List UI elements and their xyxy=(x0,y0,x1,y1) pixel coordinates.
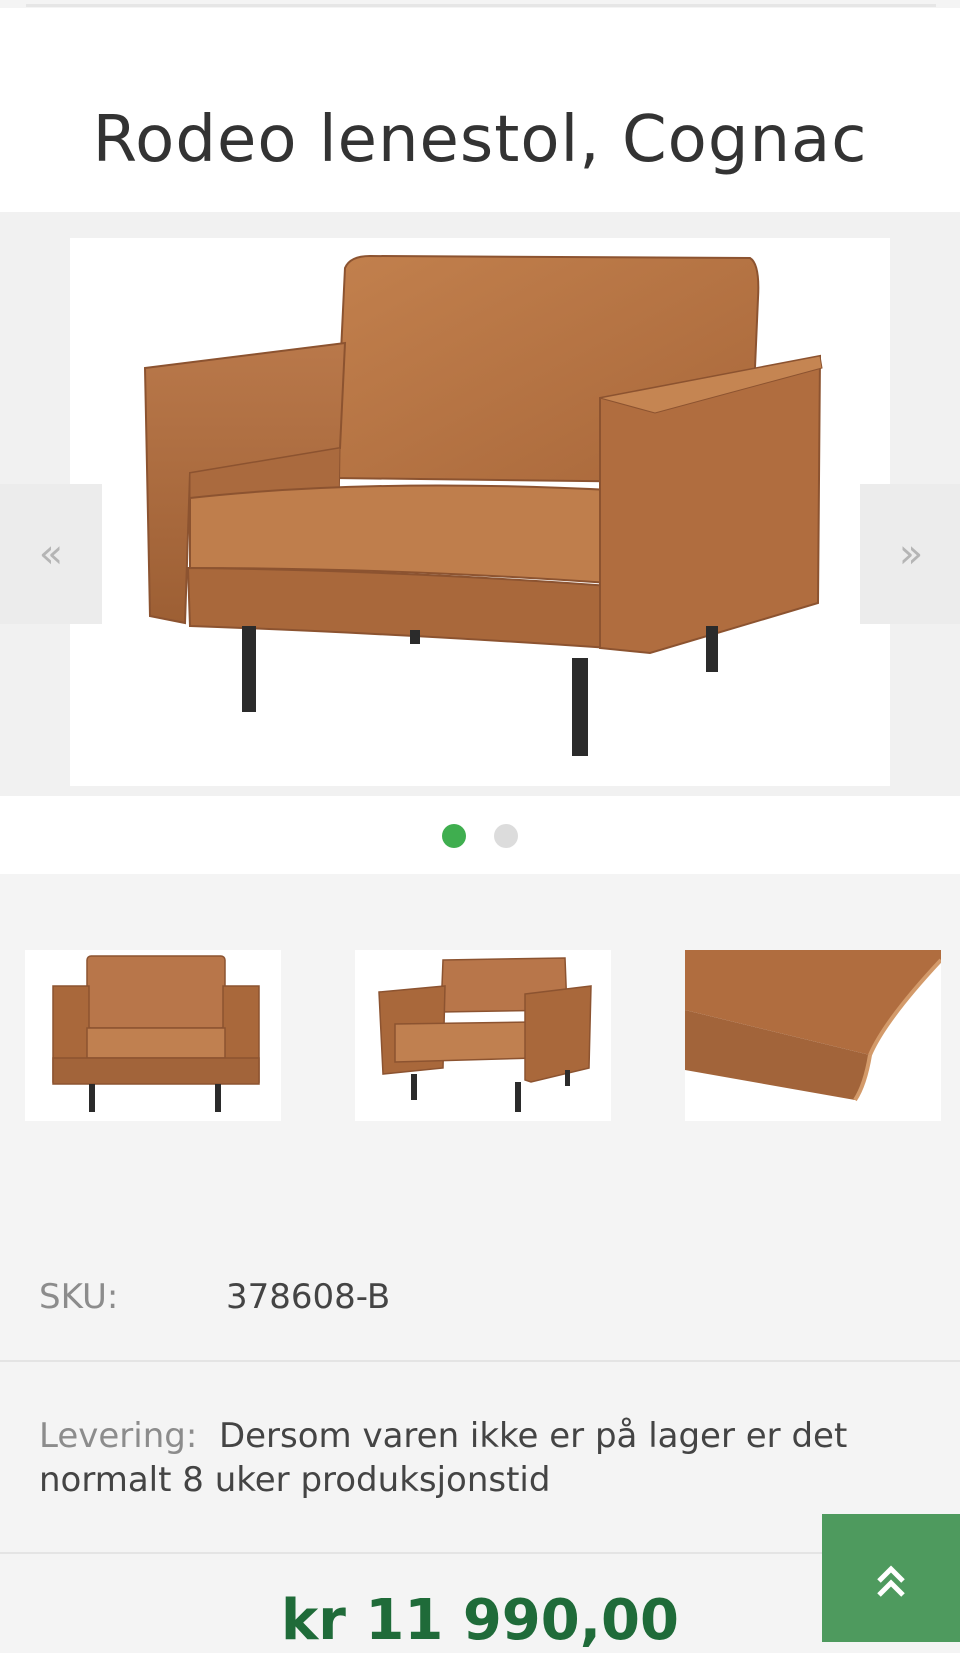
delivery-info: Levering: Dersom varen ikke er på lager … xyxy=(39,1414,919,1502)
double-chevron-up-icon xyxy=(877,1565,905,1597)
thumbnail-strip xyxy=(0,874,960,1174)
armchair-image xyxy=(143,254,823,756)
chair-angle-thumbnail[interactable] xyxy=(355,950,611,1121)
chair-front-image xyxy=(52,955,260,1112)
double-chevron-left-icon: « xyxy=(38,531,64,577)
scroll-to-top-button[interactable] xyxy=(822,1514,960,1642)
product-price: kr 11 990,00 xyxy=(281,1588,679,1653)
carousel-prev-button[interactable]: « xyxy=(0,484,102,624)
sku-row: SKU: 378608-B xyxy=(0,1250,960,1362)
product-image-carousel[interactable]: « » xyxy=(0,212,960,796)
double-chevron-right-icon: » xyxy=(898,531,924,577)
chair-front-thumbnail[interactable] xyxy=(25,950,281,1121)
chair-angle-image xyxy=(378,957,592,1112)
title-area: Rodeo lenestol, Cognac xyxy=(0,8,960,212)
header-divider xyxy=(26,4,936,7)
carousel-next-button[interactable]: » xyxy=(860,484,960,624)
carousel-pagination xyxy=(0,796,960,874)
main-product-image xyxy=(70,238,890,786)
product-title: Rodeo lenestol, Cognac xyxy=(92,102,868,177)
sku-value: 378608-B xyxy=(226,1277,391,1317)
delivery-row: Levering: Dersom varen ikke er på lager … xyxy=(0,1362,960,1554)
carousel-dot-2[interactable] xyxy=(494,824,518,848)
delivery-label: Levering: xyxy=(39,1416,198,1456)
cushion-detail-image xyxy=(685,950,941,1121)
sku-label: SKU: xyxy=(39,1277,119,1317)
carousel-dot-1[interactable] xyxy=(442,824,466,848)
cushion-detail-thumbnail[interactable] xyxy=(685,950,941,1121)
